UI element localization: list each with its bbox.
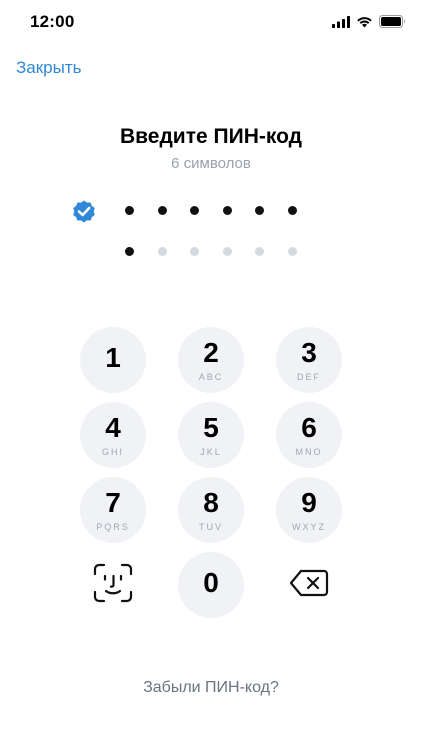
cellular-signal-icon	[332, 15, 350, 33]
close-button[interactable]: Закрыть	[16, 58, 81, 78]
key-6[interactable]: 6 MNO	[276, 402, 342, 468]
pin-dot-filled	[158, 206, 167, 215]
pin-dot-empty	[190, 247, 199, 256]
key-digit: 4	[105, 412, 121, 443]
pin-dot-empty	[255, 247, 264, 256]
key-digit: 9	[301, 487, 317, 518]
key-digit: 3	[301, 337, 317, 368]
pin-row-confirm	[0, 237, 422, 267]
key-digit: 1	[105, 342, 121, 373]
key-letters: PQRS	[96, 522, 130, 532]
key-1[interactable]: 1	[80, 327, 146, 393]
verified-check-icon	[70, 197, 98, 225]
key-letters: GHI	[101, 447, 124, 457]
key-digit: 7	[105, 487, 121, 518]
pin-dot-filled	[223, 206, 232, 215]
backspace-icon	[289, 569, 329, 602]
key-9[interactable]: 9 WXYZ	[276, 477, 342, 543]
key-0[interactable]: 0	[178, 552, 244, 618]
pin-dot-filled	[190, 206, 199, 215]
page-title: Введите ПИН-код	[120, 125, 302, 148]
status-bar: 12:00	[0, 0, 422, 46]
key-digit: 2	[203, 337, 219, 368]
key-5[interactable]: 5 JKL	[178, 402, 244, 468]
backspace-button[interactable]	[276, 552, 342, 618]
pin-row-verified	[0, 196, 422, 226]
key-2[interactable]: 2 ABC	[178, 327, 244, 393]
status-time: 12:00	[30, 12, 75, 31]
wifi-icon	[356, 15, 373, 33]
status-icons	[332, 15, 406, 33]
key-letters: WXYZ	[292, 522, 326, 532]
pin-dot-filled	[125, 247, 134, 256]
pin-dot-filled	[125, 206, 134, 215]
key-letters: DEF	[297, 372, 321, 382]
battery-icon	[379, 15, 406, 33]
key-letters: MNO	[295, 447, 323, 457]
key-7[interactable]: 7 PQRS	[80, 477, 146, 543]
key-letters: TUV	[199, 522, 223, 532]
pin-dot-empty	[158, 247, 167, 256]
pin-dot-empty	[223, 247, 232, 256]
forgot-pin-link[interactable]: Забыли ПИН-код?	[0, 679, 422, 697]
key-digit: 6	[301, 412, 317, 443]
key-digit: 0	[203, 567, 219, 598]
key-letters: JKL	[200, 447, 222, 457]
key-4[interactable]: 4 GHI	[80, 402, 146, 468]
face-id-button[interactable]	[80, 552, 146, 618]
key-8[interactable]: 8 TUV	[178, 477, 244, 543]
key-3[interactable]: 3 DEF	[276, 327, 342, 393]
key-letters: ABC	[198, 372, 224, 382]
face-id-icon	[93, 563, 133, 608]
pin-dot-filled	[255, 206, 264, 215]
pin-dot-empty	[288, 247, 297, 256]
pin-length-hint: 6 символов	[171, 155, 251, 172]
key-digit: 8	[203, 487, 219, 518]
key-digit: 5	[203, 412, 219, 443]
pin-dot-filled	[288, 206, 297, 215]
